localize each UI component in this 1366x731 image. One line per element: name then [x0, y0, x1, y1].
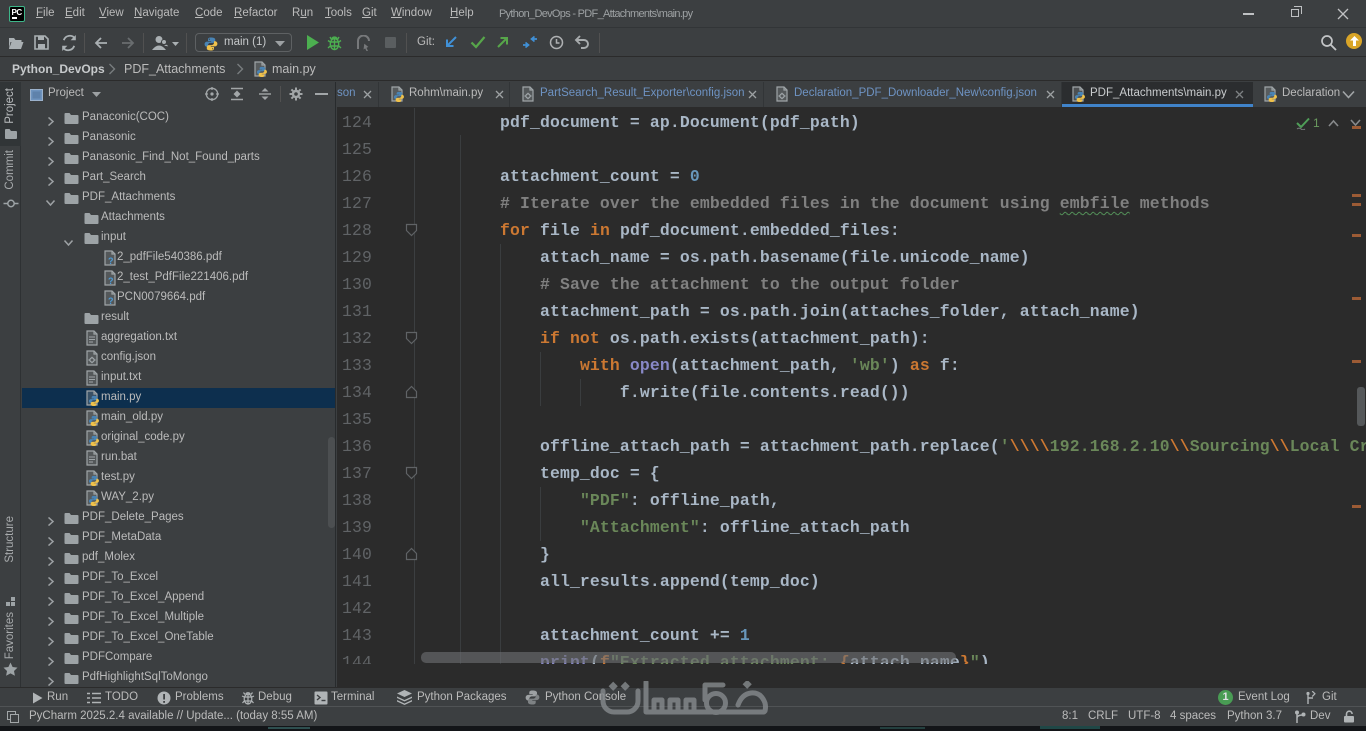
svg-text:?: ? — [108, 276, 114, 286]
svg-text:?: ? — [108, 256, 114, 266]
svg-text:?: ? — [108, 296, 114, 306]
